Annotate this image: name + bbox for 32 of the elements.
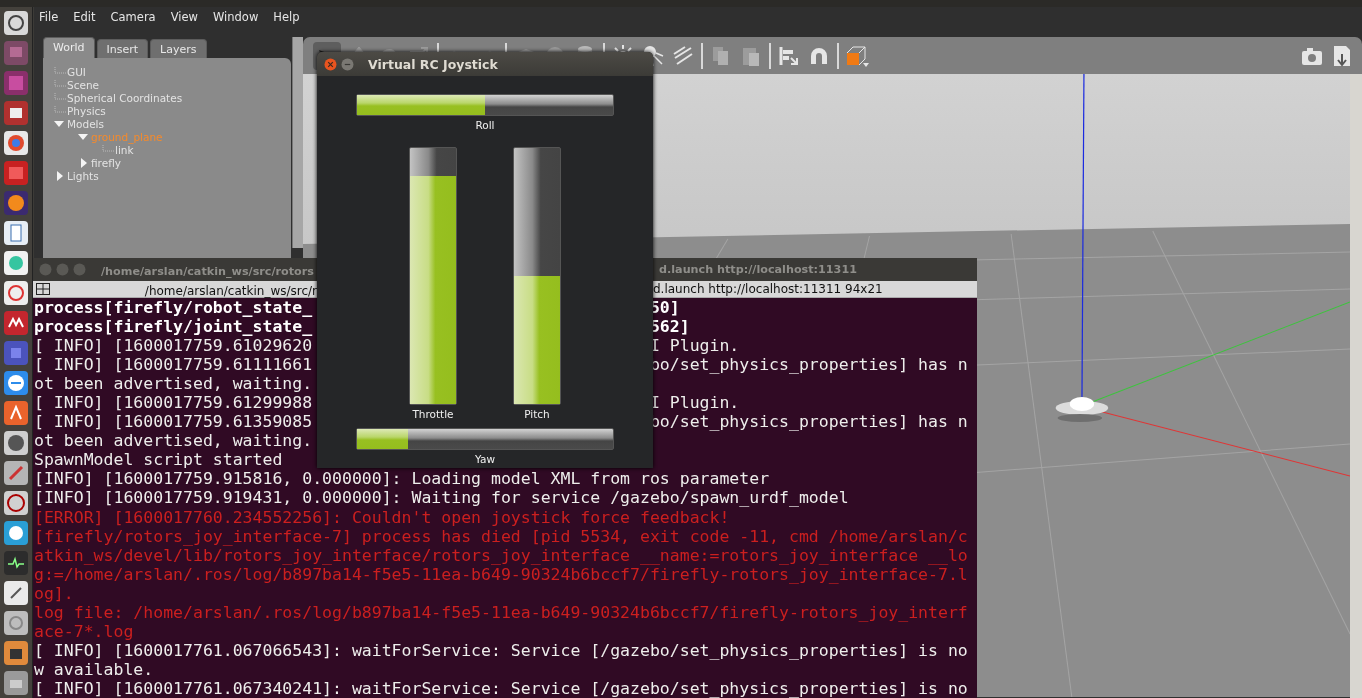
terminal-text: [ INFO] [1600017761.067340241]: waitForService: Service [/gazebo/set_physics_properties] is no [34, 678, 968, 698]
axis-label: Roll [475, 119, 495, 131]
terminal-text: [ INFO] [1600017759.61029620 [34, 336, 313, 356]
terminal-text: process[firefly/robot_state_ [34, 298, 313, 318]
axis-label: Yaw [475, 453, 495, 465]
window-title: /home/arslan/catkin_ws/src/rotors [101, 265, 314, 278]
terminal-text: [ INFO] [1600017761.067066543]: waitForService: Service [/gazebo/set_physics_properties] is no [34, 640, 968, 660]
error-text: g:=/home/arslan/.ros/log/b897ba14-f5e5-11ea-b649-90324b6bccf7/firefly-rotors_joy_interface-7.l [34, 564, 968, 584]
error-text: atkin_ws/devel/lib/rotors_joy_interface/rotors_joy_interface __name:=rotors_joy_interface __lo [34, 545, 968, 565]
error-text: [ERROR] [1600017760.234552256]: Couldn't open joystick force feedback! [34, 507, 730, 527]
terminal-text: ot been advertised, waiting. [34, 374, 313, 394]
error-text: log file: /home/arslan/.ros/log/b897ba14-f5e5-11ea-b649-90324b6bccf7/firefly-rotors_joy_interf [34, 602, 968, 622]
terminal-tab-title: d.launch http://localhost:11311 94x21 [653, 282, 883, 296]
terminal-text: [INFO] [1600017759.919431, 0.000000]: Waiting for service /gazebo/spawn_urdf_model [34, 488, 849, 508]
error-text: og]. [34, 583, 74, 603]
terminal-text: ot been advertised, waiting. [34, 431, 313, 451]
terminal-text: [ INFO] [1600017759.61111661 [34, 355, 313, 375]
terminal-text: w available. [34, 659, 154, 679]
axis-label: Throttle [412, 408, 454, 420]
terminal-text: bo/set_physics_properties] has n [649, 355, 968, 375]
axis-label: Pitch [524, 408, 550, 420]
window-title: Virtual RC Joystick [368, 56, 498, 72]
error-text: [firefly/rotors_joy_interface-7] process has died [pid 5534, exit code -11, cmd /home/arslan/c [34, 526, 968, 546]
terminal-text: [ INFO] [1600017759.61299988 [34, 393, 313, 413]
terminal-text: SpawnModel script started [34, 450, 283, 470]
terminal-text: [ INFO] [1600017759.61359085 [34, 412, 313, 432]
terminal-text: [INFO] [1600017759.915816, 0.000000]: Loading model XML from ros parameter [34, 469, 770, 489]
window-title: d.launch http://localhost:11311 [659, 263, 857, 276]
terminal-text: bo/set_physics_properties] has n [649, 412, 968, 432]
error-text: ace-7*.log [34, 621, 134, 641]
terminal-text: process[firefly/joint_state_ [34, 317, 313, 337]
terminal-tab-title: /home/arslan/catkin_ws/src/r [144, 283, 317, 298]
